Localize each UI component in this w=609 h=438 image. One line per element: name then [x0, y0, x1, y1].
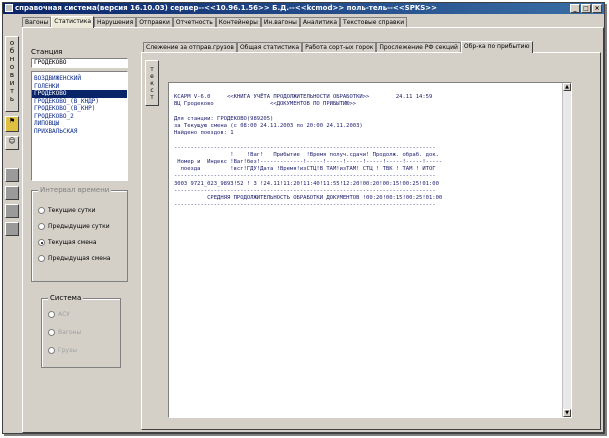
- radio-system-asu[interactable]: АСУ: [48, 311, 70, 318]
- radio-label: Вагоны: [58, 329, 82, 336]
- system-group: Система АСУ Вагоны Грузы: [41, 294, 121, 368]
- period-group: Интервал времени Текущие сутки Предыдущи…: [31, 186, 128, 282]
- report-text-area[interactable]: КСАРМ V-6.0 <<КНИГА УЧЁТА ПРОДОЛЖИТЕЛЬНО…: [168, 82, 572, 418]
- radio-dot: [38, 207, 45, 214]
- report-content: КСАРМ V-6.0 <<КНИГА УЧЁТА ПРОДОЛЖИТЕЛЬНО…: [174, 94, 443, 209]
- station-list[interactable]: ВОЗДВИЖЕНСКИЙ ГОЛЕНКИ ГРОДЕКОВО ГРОДЕКОВ…: [31, 71, 128, 181]
- radio-dot: [38, 255, 45, 262]
- text-button[interactable]: текст: [145, 60, 159, 106]
- period-group-title: Интервал времени: [38, 186, 112, 194]
- radio-current-day[interactable]: Текущие сутки: [38, 207, 96, 214]
- radio-dot: [48, 311, 55, 318]
- station-label: Станция: [31, 48, 63, 56]
- list-item[interactable]: ЛИПОВЦЫ: [32, 120, 127, 128]
- minimize-button[interactable]: _: [570, 4, 580, 13]
- scroll-up-arrow-icon[interactable]: ▲: [563, 83, 571, 91]
- tool-button-1[interactable]: ⚑: [5, 116, 19, 132]
- radio-current-shift[interactable]: Текущая смена: [38, 239, 97, 246]
- list-item[interactable]: ПРИХВАЛЬСКАЯ: [32, 128, 127, 136]
- list-item[interactable]: ГРОДЕКОВО_(В_КНР): [32, 105, 127, 113]
- system-group-title: Система: [48, 294, 84, 302]
- window-title: справочная система(версия 16.10.03) серв…: [15, 4, 438, 12]
- window-controls: _ □ ×: [570, 4, 602, 13]
- tool-button-4[interactable]: [5, 186, 19, 200]
- radio-previous-shift[interactable]: Предыдущая смена: [38, 255, 111, 262]
- tool-button-3[interactable]: [5, 168, 19, 182]
- left-toolbar: обновить ⚑ ☺: [5, 18, 19, 433]
- statistics-panel: Станция ГРОДЕКОВО ВОЗДВИЖЕНСКИЙ ГОЛЕНКИ …: [22, 27, 604, 433]
- radio-dot-selected: [38, 239, 45, 246]
- radio-label: Текущие сутки: [48, 207, 96, 214]
- scroll-down-arrow-icon[interactable]: ▼: [563, 409, 571, 417]
- radio-previous-day[interactable]: Предыдущие сутки: [38, 223, 110, 230]
- tool-button-5[interactable]: [5, 204, 19, 218]
- flag-icon: ⚑: [8, 117, 16, 125]
- tool-button-6[interactable]: [5, 222, 19, 236]
- radio-system-cargo[interactable]: Грузы: [48, 347, 77, 354]
- radio-label: Текущая смена: [48, 239, 97, 246]
- tab-arrival-processing[interactable]: Обр-ка по прибытию: [460, 41, 533, 53]
- update-button-label: обновить: [9, 39, 15, 103]
- list-item[interactable]: ГРОДЕКОВО_2: [32, 113, 127, 121]
- tab-statistics[interactable]: Статистика: [51, 16, 95, 28]
- radio-dot: [48, 347, 55, 354]
- vertical-scrollbar[interactable]: ▲ ▼: [562, 83, 571, 417]
- title-bar[interactable]: справочная система(версия 16.10.03) серв…: [3, 3, 604, 14]
- radio-label: АСУ: [58, 311, 70, 318]
- close-button[interactable]: ×: [592, 4, 602, 13]
- list-item-selected[interactable]: ГРОДЕКОВО: [32, 90, 127, 98]
- radio-system-wagons[interactable]: Вагоны: [48, 329, 81, 336]
- radio-dot: [48, 329, 55, 336]
- app-icon: [5, 4, 13, 12]
- station-input[interactable]: ГРОДЕКОВО: [31, 58, 128, 68]
- user-icon: ☺: [8, 137, 16, 145]
- radio-label: Грузы: [58, 347, 77, 354]
- list-item[interactable]: ГРОДЕКОВО_(В_КНДР): [32, 98, 127, 106]
- list-item[interactable]: ГОЛЕНКИ: [32, 83, 127, 91]
- tool-button-2[interactable]: ☺: [5, 136, 19, 150]
- radio-dot: [38, 223, 45, 230]
- radio-label: Предыдущая смена: [48, 255, 111, 262]
- radio-label: Предыдущие сутки: [48, 223, 110, 230]
- maximize-button[interactable]: □: [581, 4, 591, 13]
- app-window: справочная система(версия 16.10.03) серв…: [2, 2, 605, 434]
- update-button[interactable]: обновить: [5, 36, 19, 112]
- list-item[interactable]: ВОЗДВИЖЕНСКИЙ: [32, 75, 127, 83]
- text-button-label: текст: [150, 66, 154, 101]
